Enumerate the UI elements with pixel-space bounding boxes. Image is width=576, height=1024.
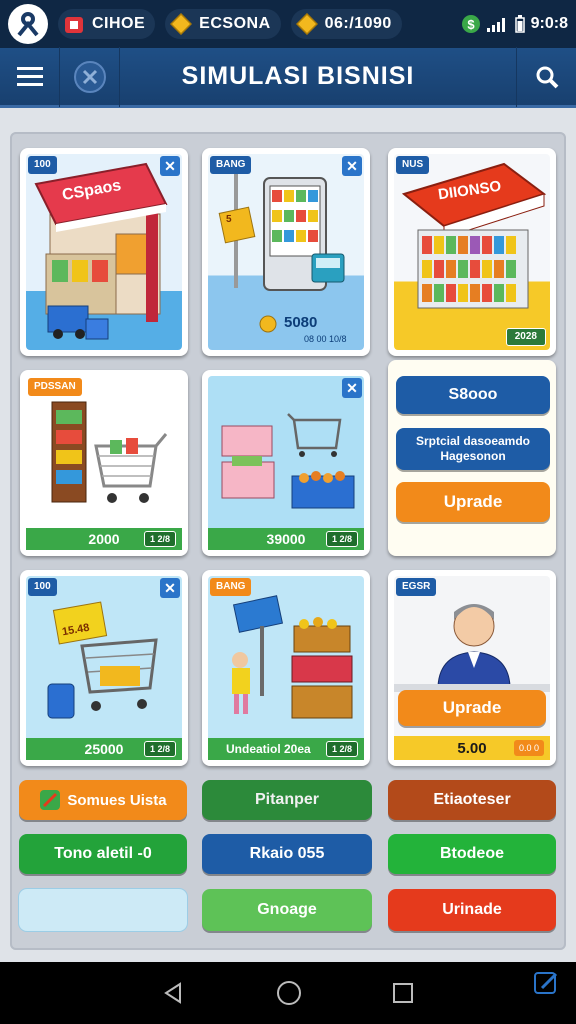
manager-price: 5.00 <box>457 739 487 757</box>
card-price: 5080 <box>284 314 318 331</box>
manager-card[interactable]: EGSR Uprade 5.00 0.0 0 <box>388 570 556 766</box>
card-subprice: 08 00 10/8 <box>304 334 347 344</box>
android-nav-bar <box>0 962 576 1024</box>
swap-icon[interactable]: ✕ <box>160 156 180 176</box>
back-icon[interactable] <box>162 981 186 1005</box>
card-price: 2000 <box>88 531 120 547</box>
upgrade-button[interactable]: Uprade <box>396 482 550 522</box>
coin-icon <box>295 12 319 36</box>
app-bar: SIMULASI BISNISI <box>0 46 576 108</box>
gift-icon <box>62 12 86 36</box>
card-price: 25000 <box>84 741 124 757</box>
shop-card-trolley[interactable]: 15.48 100 ✕ 25000 1 2/8 <box>20 570 188 766</box>
kiosk-illustration: CSpaos <box>26 154 182 350</box>
wrench-icon <box>40 790 61 810</box>
hamburger-icon <box>16 66 43 86</box>
store-illustration: DIIONSO <box>394 154 550 350</box>
manager-price-bar: 5.00 0.0 0 <box>394 736 550 760</box>
card-price-bar: 2000 1 2/8 <box>26 528 182 550</box>
side-button-2[interactable]: Srptcial dasoeamdo Hagesonon <box>396 428 550 470</box>
card-tag: EGSR <box>396 578 437 596</box>
side-button-2-line2: Hagesonon <box>440 449 506 463</box>
card-price-mini: 1 2/8 <box>325 741 358 757</box>
action-button-r3c1[interactable] <box>19 889 187 931</box>
clock: 9:0:8 <box>530 15 568 32</box>
swap-icon[interactable]: ✕ <box>160 578 180 598</box>
money-icon: $ <box>461 15 480 33</box>
edit-icon[interactable] <box>534 970 560 996</box>
svg-text:$: $ <box>467 17 475 32</box>
side-button-2-line1: Srptcial dasoeamdo <box>415 434 531 448</box>
shop-card-kiosk[interactable]: CSpaos 100 ✕ <box>20 148 188 356</box>
search-icon <box>536 66 558 88</box>
card-tag: PDSSAN <box>28 378 82 396</box>
status-pill-gift-label: CIHOE <box>92 15 146 32</box>
price-sign: 5 <box>226 214 232 225</box>
status-pill-coins-label: 06:/1090 <box>324 15 392 32</box>
card-price-bar: 25000 1 2/8 <box>26 738 182 760</box>
card-price-bar: Undeatiol 20ea 1 2/8 <box>208 738 364 760</box>
card-price-mini: 1 2/8 <box>143 741 176 757</box>
status-pill-gems[interactable]: ECSONA <box>165 9 281 39</box>
action-button-r1c2[interactable]: Pitanper <box>202 780 372 820</box>
manager-upgrade-button[interactable]: Uprade <box>398 690 546 726</box>
action-button-r1c1[interactable]: Somues Uista <box>19 780 187 820</box>
card-price: Undeatiol 20ea <box>226 742 311 756</box>
shop-card-storage[interactable]: ✕ 39000 1 2/8 <box>202 370 370 556</box>
recents-icon[interactable] <box>392 982 414 1004</box>
manager-price-mini: 0.0 0 <box>513 740 544 756</box>
trolley-illustration: 15.48 <box>26 576 182 760</box>
status-bar: CIHOE ECSONA 06:/1090 $ 9:0:8 <box>0 0 576 48</box>
app-logo[interactable] <box>8 4 48 44</box>
card-tag: BANG <box>210 578 252 596</box>
action-button-r3c3[interactable]: Urinade <box>388 889 556 931</box>
swap-icon[interactable]: ✕ <box>342 378 362 398</box>
status-pill-coins[interactable]: 06:/1090 <box>290 9 402 39</box>
crates-illustration <box>208 576 364 760</box>
action-label: Somues Uista <box>67 791 167 809</box>
card-tag: 100 <box>28 578 57 596</box>
signal-icon <box>486 18 505 32</box>
card-price-mini: 1 2/8 <box>143 531 176 547</box>
page-title: SIMULASI BISNISI <box>181 62 415 90</box>
shop-card-cart[interactable]: PDSSAN 2000 1 2/8 <box>20 370 188 556</box>
action-button-r1c3[interactable]: Etiaoteser <box>388 780 556 820</box>
action-button-r2c2[interactable]: Rkaio 055 <box>202 834 372 874</box>
action-button-r3c2[interactable]: Gnoage <box>202 889 372 931</box>
action-button-r2c1[interactable]: Tono aletil -0 <box>19 834 187 874</box>
swap-icon[interactable]: ✕ <box>342 156 362 176</box>
action-button-r2c3[interactable]: Btodeoe <box>388 834 556 874</box>
shop-card-vending[interactable]: 5 5080 08 00 10/8 BANG ✕ <box>202 148 370 356</box>
menu-button[interactable] <box>0 46 60 107</box>
card-price-bar: 39000 1 2/8 <box>208 528 364 550</box>
status-pill-gift[interactable]: CIHOE <box>58 9 156 39</box>
storage-illustration <box>208 376 364 550</box>
cart-illustration <box>26 376 182 550</box>
manager-illustration <box>394 576 550 760</box>
card-price: 39000 <box>266 531 306 547</box>
side-button-1[interactable]: S8ooo <box>396 376 550 414</box>
card-tag: NUS <box>396 156 430 174</box>
search-button[interactable] <box>516 46 576 107</box>
card-tag: 100 <box>28 156 57 174</box>
shop-card-store[interactable]: DIIONSO NUS 2028 <box>388 148 556 356</box>
status-pill-gems-label: ECSONA <box>199 15 271 32</box>
shop-card-crates[interactable]: BANG Undeatiol 20ea 1 2/8 <box>202 570 370 766</box>
home-icon[interactable] <box>276 980 302 1006</box>
card-price-mini: 1 2/8 <box>325 531 358 547</box>
vending-illustration: 5 5080 08 00 10/8 <box>208 154 364 350</box>
diamond-icon <box>169 12 193 36</box>
card-tag: BANG <box>210 156 252 174</box>
battery-icon <box>514 15 525 33</box>
card-price-badge: 2028 <box>505 328 546 346</box>
